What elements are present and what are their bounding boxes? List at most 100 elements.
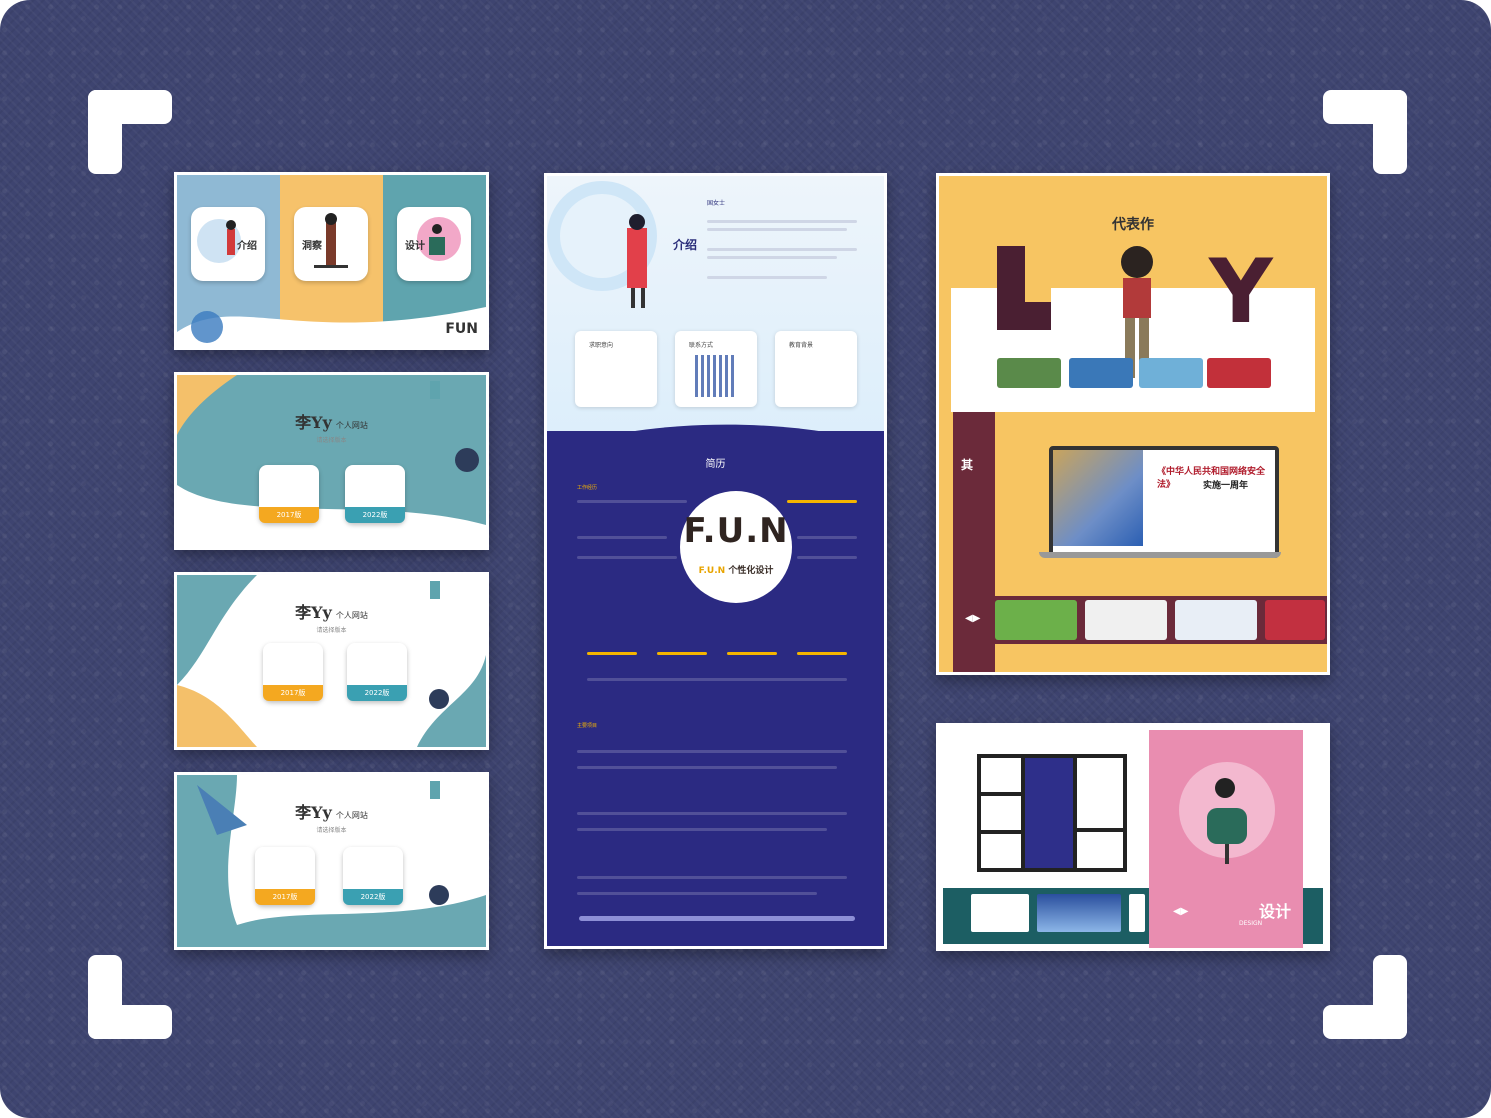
resume-intro-section: 介绍 国女士 求职意向 联系方式 教育背景 xyxy=(547,176,884,441)
version-2017-button[interactable]: 2017版 xyxy=(263,685,323,701)
site-subtitle: 请选择版本 xyxy=(316,827,347,834)
text-line xyxy=(797,556,857,559)
resume-section-title: 简历 xyxy=(705,459,726,470)
skill-bar xyxy=(797,652,847,655)
gallery-cell[interactable] xyxy=(1025,758,1073,868)
version-2022-card[interactable]: 2022版 xyxy=(343,847,403,905)
tile-insight: 洞察 xyxy=(294,207,368,281)
design-label: 设计 xyxy=(1259,902,1292,921)
design-panel-footer: ◀▶ 设计 DESIGN xyxy=(1149,888,1303,944)
skill-bar xyxy=(587,652,637,655)
tile-design-label: 设计 xyxy=(405,241,425,252)
version-2022-card[interactable]: 2022版 xyxy=(347,643,407,701)
laptop-mockup: 《中华人民共和国网络安全法》 实施一周年 xyxy=(1049,446,1279,558)
text-line xyxy=(587,678,847,681)
portfolio-thumb[interactable] xyxy=(1207,358,1271,388)
site-version-card-2[interactable]: 李Yy 个人网站 请选择版本 2017版 2022版 xyxy=(174,572,489,750)
site-bg-shape xyxy=(177,375,486,547)
carousel-arrows-icon[interactable]: ◀▶ xyxy=(1173,906,1188,917)
site-version-card-3[interactable]: 李Yy 个人网站 请选择版本 2017版 2022版 xyxy=(174,772,489,950)
text-line xyxy=(577,766,837,769)
portfolio-title: 代表作 xyxy=(1112,217,1154,233)
tile-intro-label: 介绍 xyxy=(237,241,257,252)
strip-thumb[interactable] xyxy=(1085,600,1167,640)
strip-thumb[interactable] xyxy=(1037,894,1121,932)
version-2022-button[interactable]: 2022版 xyxy=(347,685,407,701)
fun-logo-small: FUN xyxy=(445,321,478,337)
work-experience-label: 工作经历 xyxy=(577,485,598,491)
version-2017-card[interactable]: 2017版 xyxy=(255,847,315,905)
site-version-card-1[interactable]: 李Yy 个人网站 请选择版本 2017版 2022版 xyxy=(174,372,489,550)
site-subtitle: 请选择版本 xyxy=(316,437,347,444)
projects-label: 主要项目 xyxy=(577,723,598,729)
text-line xyxy=(707,228,847,231)
bookmark-ribbon xyxy=(430,581,440,599)
text-line xyxy=(577,556,677,559)
accent-line xyxy=(787,500,857,503)
skill-bar xyxy=(727,652,777,655)
design-sublabel: DESIGN xyxy=(1239,920,1263,927)
strip-thumb[interactable] xyxy=(995,600,1077,640)
strip-thumb[interactable] xyxy=(1129,894,1145,932)
corner-bracket-top-right xyxy=(1323,90,1407,174)
contact-box: 联系方式 xyxy=(675,331,757,407)
version-2022-card[interactable]: 2022版 xyxy=(345,465,405,523)
laptop-subtitle: 实施一周年 xyxy=(1203,481,1249,491)
intro-title: 介绍 xyxy=(673,238,698,252)
gallery-grid xyxy=(977,754,1127,872)
version-2017-button[interactable]: 2017版 xyxy=(259,507,319,523)
scrollbar[interactable] xyxy=(579,916,855,921)
text-line xyxy=(577,892,817,895)
portfolio-thumb[interactable] xyxy=(1069,358,1133,388)
text-line xyxy=(797,536,857,539)
bookmark-ribbon xyxy=(430,781,440,799)
version-2022-button[interactable]: 2022版 xyxy=(343,889,403,905)
text-line xyxy=(577,750,847,753)
job-intention-box: 求职意向 xyxy=(575,331,657,407)
education-box: 教育背景 xyxy=(775,331,857,407)
letter-y: Y xyxy=(1209,240,1273,343)
version-2022-button[interactable]: 2022版 xyxy=(345,507,405,523)
version-2017-button[interactable]: 2017版 xyxy=(255,889,315,905)
text-line xyxy=(707,248,857,251)
strip-thumb[interactable] xyxy=(1265,600,1325,640)
portfolio-card: 代表作 Y 其 《中华人民共和国网络安全法》 实施一周年 ◀▶ xyxy=(936,173,1330,675)
text-line xyxy=(707,220,857,223)
portfolio-thumb[interactable] xyxy=(997,358,1061,388)
wave-decoration xyxy=(177,307,486,347)
gallery-cell[interactable] xyxy=(981,796,1021,830)
design-card: ◀▶ 设计 DESIGN xyxy=(936,723,1330,951)
site-subtitle: 请选择版本 xyxy=(316,627,347,634)
tile-design: 设计 xyxy=(397,207,471,281)
thumbnail-strip: ◀▶ xyxy=(953,596,1327,644)
text-line xyxy=(577,828,827,831)
fun-logo-subtitle: F.U.N 个性化设计 xyxy=(698,566,774,576)
fun-logo-badge: F.U.N F.U.N 个性化设计 xyxy=(680,491,792,603)
gallery-cell[interactable] xyxy=(981,834,1021,868)
background-board: 介绍 洞察 设计 FUN 李Yy 个人网站 请选择版本 2017版 2022版 … xyxy=(0,0,1491,1118)
text-line xyxy=(577,812,847,815)
resume-page: 介绍 国女士 求职意向 联系方式 教育背景 简历 工作经历 F.U.N F.U.… xyxy=(544,173,887,949)
site-brand: 李Yy 个人网站 xyxy=(295,413,368,432)
laptop-base xyxy=(1039,552,1281,558)
corner-bracket-top-left xyxy=(88,90,172,174)
version-2017-card[interactable]: 2017版 xyxy=(263,643,323,701)
clock-girl-illustration xyxy=(547,181,657,308)
qr-code-icon xyxy=(695,355,737,397)
text-line xyxy=(577,500,687,503)
cover-card: 介绍 洞察 设计 FUN xyxy=(174,172,489,350)
gallery-cell[interactable] xyxy=(1077,832,1123,868)
text-line xyxy=(707,276,827,279)
site-brand: 李Yy 个人网站 xyxy=(295,803,368,822)
corner-bracket-bottom-left xyxy=(88,955,172,1039)
gallery-cell[interactable] xyxy=(981,758,1021,792)
gallery-cell[interactable] xyxy=(1077,758,1123,828)
strip-thumb[interactable] xyxy=(1175,600,1257,640)
text-line xyxy=(707,256,837,259)
strip-thumb[interactable] xyxy=(971,894,1029,932)
carousel-arrows-icon[interactable]: ◀▶ xyxy=(965,613,980,624)
tile-insight-label: 洞察 xyxy=(302,241,322,252)
text-line xyxy=(577,876,847,879)
portfolio-thumb[interactable] xyxy=(1139,358,1203,388)
version-2017-card[interactable]: 2017版 xyxy=(259,465,319,523)
